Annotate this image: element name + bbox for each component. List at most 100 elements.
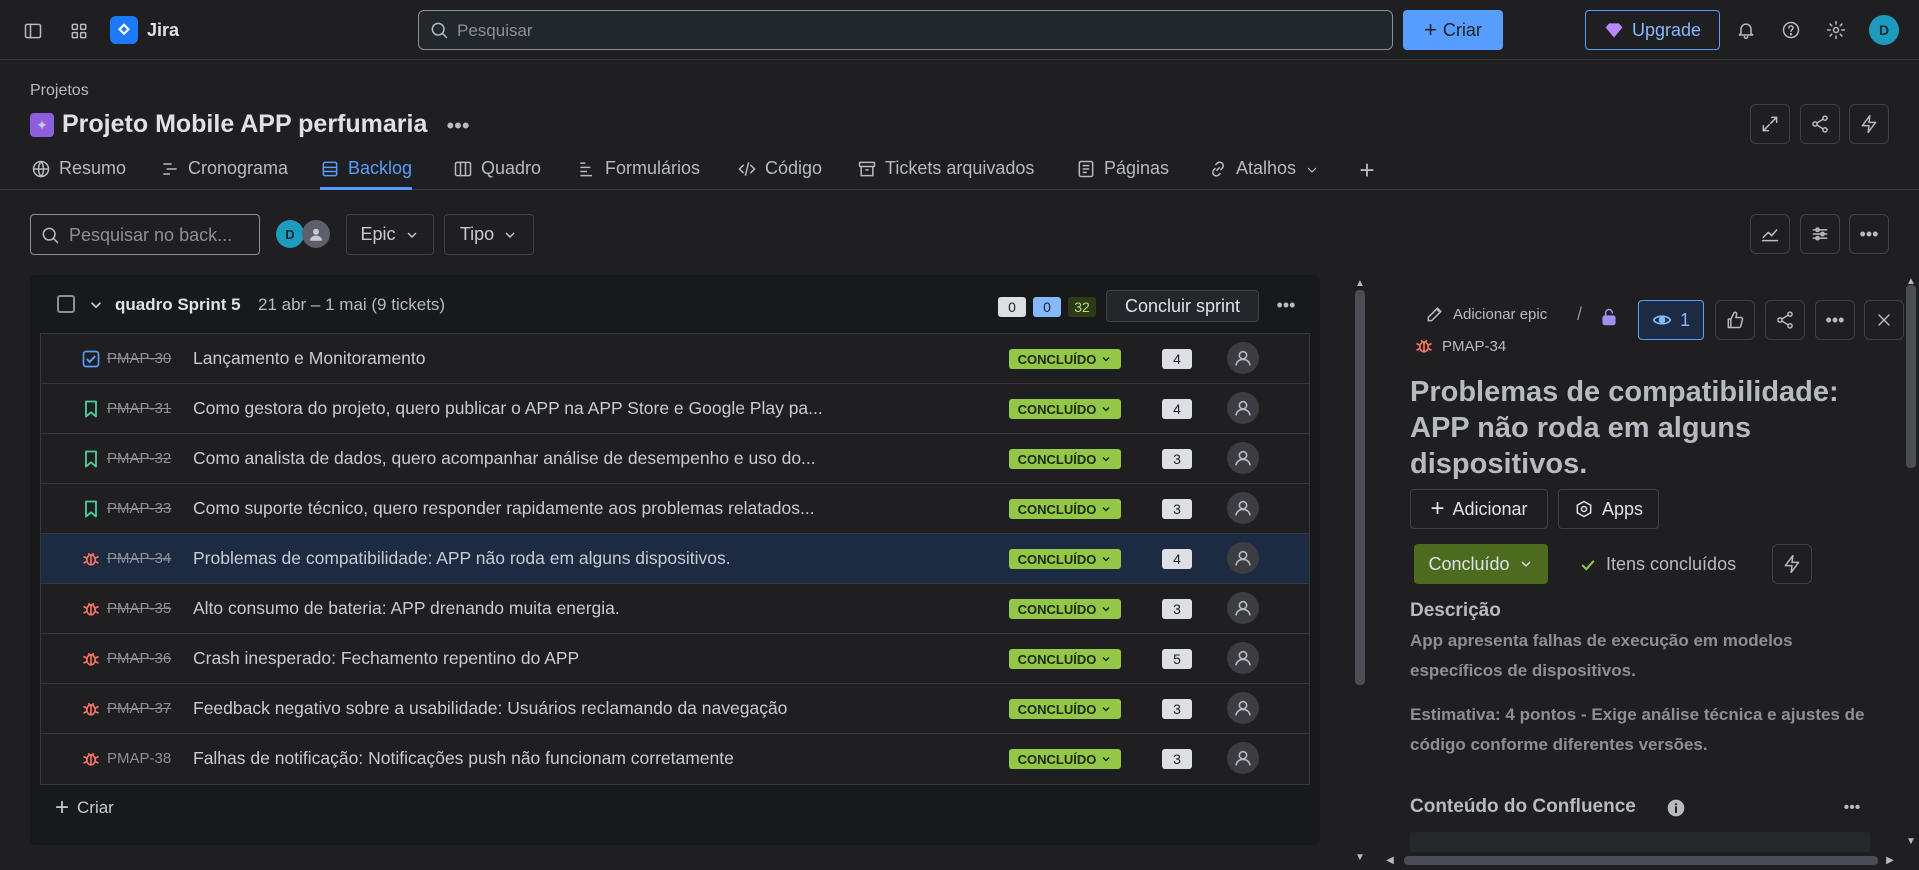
tab-atalhos[interactable]: Atalhos — [1208, 158, 1320, 190]
status-lozenge[interactable]: CONCLUÍDO — [1009, 749, 1121, 769]
chevron-down-icon[interactable] — [87, 296, 105, 314]
issue-row[interactable]: PMAP-36 Crash inesperado: Fechamento repe… — [41, 634, 1309, 684]
backlog-scrollbar[interactable] — [1355, 290, 1365, 685]
story-points-badge[interactable]: 3 — [1162, 749, 1192, 769]
story-points-badge[interactable]: 4 — [1162, 349, 1192, 369]
more-icon[interactable]: ••• — [1273, 293, 1299, 317]
backlog-search-input[interactable]: Pesquisar no back... — [30, 214, 260, 255]
issue-summary[interactable]: Feedback negativo sobre a usabilidade: U… — [193, 698, 787, 719]
brand-name[interactable]: Jira — [147, 20, 179, 41]
assignee-avatar[interactable] — [1227, 392, 1259, 424]
issue-summary[interactable]: Falhas de notificação: Notificações push… — [193, 748, 734, 769]
like-button[interactable] — [1715, 300, 1755, 340]
scroll-right-arrow-icon[interactable]: ▶ — [1884, 854, 1896, 866]
issue-summary[interactable]: Crash inesperado: Fechamento repentino d… — [193, 648, 579, 669]
issue-summary[interactable]: Como gestora do projeto, quero publicar … — [193, 398, 823, 419]
scroll-down-arrow-icon[interactable]: ▼ — [1353, 852, 1367, 863]
upgrade-button[interactable]: Upgrade — [1585, 10, 1720, 50]
description-paragraph-1[interactable]: App apresenta falhas de execução em mode… — [1410, 626, 1880, 686]
insights-button[interactable] — [1750, 214, 1790, 254]
assignee-avatar[interactable] — [1227, 642, 1259, 674]
tab-cronograma[interactable]: Cronograma — [160, 158, 288, 190]
story-points-badge[interactable]: 3 — [1162, 699, 1192, 719]
issue-row[interactable]: PMAP-33 Como suporte técnico, quero respo… — [41, 484, 1309, 534]
issue-key[interactable]: PMAP-38 — [107, 750, 171, 767]
type-filter-dropdown[interactable]: Tipo — [444, 214, 534, 255]
issue-row[interactable]: PMAP-32 Como analista de dados, quero aco… — [41, 434, 1309, 484]
detail-scrollbar[interactable] — [1906, 285, 1916, 468]
app-switcher-icon[interactable] — [68, 20, 90, 42]
issue-row[interactable]: PMAP-31 Como gestora do projeto, quero pu… — [41, 384, 1309, 434]
story-points-badge[interactable]: 3 — [1162, 599, 1192, 619]
issue-summary[interactable]: Lançamento e Monitoramento — [193, 348, 426, 369]
issue-key[interactable]: PMAP-32 — [107, 450, 171, 467]
assignee-avatar[interactable] — [1227, 742, 1259, 774]
sidebar-toggle-icon[interactable] — [22, 20, 44, 42]
issue-row[interactable]: PMAP-34 Problemas de compatibilidade: APP… — [41, 534, 1309, 584]
epic-filter-dropdown[interactable]: Epic — [346, 214, 434, 255]
issue-more-button[interactable]: ••• — [1815, 300, 1855, 340]
help-icon[interactable] — [1780, 19, 1802, 41]
more-actions-button[interactable]: ••• — [1849, 214, 1889, 254]
notifications-icon[interactable] — [1735, 19, 1757, 41]
tab-codigo[interactable]: Código — [737, 158, 822, 190]
status-dropdown[interactable]: Concluído — [1414, 544, 1548, 584]
issue-key[interactable]: PMAP-31 — [107, 400, 171, 417]
assignee-avatar[interactable] — [1227, 542, 1259, 574]
issue-summary[interactable]: Como suporte técnico, quero responder ra… — [193, 498, 815, 519]
filter-avatar-unassigned[interactable] — [302, 220, 330, 248]
issue-key[interactable]: PMAP-37 — [107, 700, 171, 717]
fullscreen-button[interactable] — [1750, 104, 1790, 144]
issue-row[interactable]: PMAP-30 Lançamento e Monitoramento CONCLUÍ… — [41, 334, 1309, 384]
add-tab-icon[interactable]: + — [1355, 155, 1379, 185]
issue-key[interactable]: PMAP-34 — [1414, 336, 1506, 356]
share-issue-button[interactable] — [1765, 300, 1805, 340]
issue-summary[interactable]: Problemas de compatibilidade: APP não ro… — [193, 548, 731, 569]
create-button[interactable]: + Criar — [1403, 10, 1503, 50]
view-settings-button[interactable] — [1800, 214, 1840, 254]
filter-avatar-user[interactable]: D — [276, 220, 304, 248]
scroll-up-arrow-icon[interactable]: ▲ — [1353, 278, 1367, 289]
sprint-checkbox[interactable] — [57, 295, 75, 313]
issue-title[interactable]: Problemas de compatibilidade: APP não ro… — [1410, 374, 1880, 482]
lock-icon[interactable] — [1598, 306, 1620, 328]
breadcrumb[interactable]: Projetos — [30, 82, 89, 100]
scroll-down-arrow-icon[interactable]: ▼ — [1904, 836, 1918, 847]
scroll-left-arrow-icon[interactable]: ◀ — [1384, 854, 1396, 866]
info-icon[interactable] — [1666, 798, 1686, 818]
assignee-avatar[interactable] — [1227, 342, 1259, 374]
assignee-avatar[interactable] — [1227, 692, 1259, 724]
tab-resumo[interactable]: Resumo — [31, 158, 126, 190]
issue-key[interactable]: PMAP-36 — [107, 650, 171, 667]
assignee-avatar[interactable] — [1227, 592, 1259, 624]
settings-gear-icon[interactable] — [1825, 19, 1847, 41]
story-points-badge[interactable]: 4 — [1162, 399, 1192, 419]
more-icon[interactable]: ••• — [446, 113, 470, 138]
assignee-avatar[interactable] — [1227, 442, 1259, 474]
status-lozenge[interactable]: CONCLUÍDO — [1009, 449, 1121, 469]
tab-formularios[interactable]: Formulários — [577, 158, 700, 190]
tab-tickets-arquivados[interactable]: Tickets arquivados — [857, 158, 1034, 190]
add-epic-button[interactable]: Adicionar epic — [1425, 304, 1547, 324]
status-lozenge[interactable]: CONCLUÍDO — [1009, 549, 1121, 569]
description-paragraph-2[interactable]: Estimativa: 4 pontos - Exige análise téc… — [1410, 700, 1880, 760]
global-search-input[interactable]: Pesquisar — [418, 10, 1393, 50]
issue-summary[interactable]: Alto consumo de bateria: APP drenando mu… — [193, 598, 620, 619]
story-points-badge[interactable]: 5 — [1162, 649, 1192, 669]
status-lozenge[interactable]: CONCLUÍDO — [1009, 599, 1121, 619]
status-lozenge[interactable]: CONCLUÍDO — [1009, 399, 1121, 419]
story-points-badge[interactable]: 4 — [1162, 549, 1192, 569]
status-lozenge[interactable]: CONCLUÍDO — [1009, 349, 1121, 369]
sprint-name[interactable]: quadro Sprint 5 — [115, 295, 241, 315]
apps-button[interactable]: Apps — [1558, 489, 1659, 529]
issue-row[interactable]: PMAP-35 Alto consumo de bateria: APP dren… — [41, 584, 1309, 634]
status-lozenge[interactable]: CONCLUÍDO — [1009, 499, 1121, 519]
issue-key[interactable]: PMAP-30 — [107, 350, 171, 367]
add-button[interactable]: + Adicionar — [1410, 489, 1548, 529]
issue-key[interactable]: PMAP-35 — [107, 600, 171, 617]
tab-backlog[interactable]: Backlog — [320, 158, 413, 190]
jira-logo[interactable] — [110, 16, 138, 44]
scroll-up-arrow-icon[interactable]: ▲ — [1904, 276, 1918, 287]
tab-paginas[interactable]: Páginas — [1076, 158, 1169, 190]
issue-key[interactable]: PMAP-34 — [107, 550, 171, 567]
